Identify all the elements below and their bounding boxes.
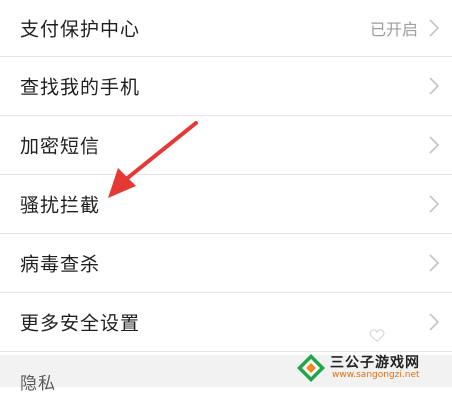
row-label: 查找我的手机 (20, 76, 141, 99)
row-status: 已开启 (369, 20, 418, 39)
watermark-url: www.sangongzi.net (332, 370, 420, 380)
chevron-right-icon (429, 19, 440, 37)
settings-row-harassment-block[interactable]: 骚扰拦截 (0, 175, 452, 234)
chevron-right-icon (429, 254, 440, 272)
settings-row-payment-protection[interactable]: 支付保护中心 已开启 (0, 0, 452, 57)
watermark-name: 三公子游戏网 (330, 355, 420, 371)
chevron-right-icon (429, 77, 440, 95)
settings-row-find-my-phone[interactable]: 查找我的手机 (0, 57, 452, 116)
section-title: 隐私 (20, 374, 56, 394)
watermark: 三公子游戏网 www.sangongzi.net (296, 351, 446, 385)
settings-list: 支付保护中心 已开启 查找我的手机 加密短信 骚扰拦截 病毒查杀 更多安全设置 (0, 0, 452, 352)
row-label: 骚扰拦截 (20, 194, 101, 217)
heart-icon (369, 329, 385, 342)
chevron-right-icon (429, 313, 440, 331)
row-label: 更多安全设置 (20, 312, 141, 335)
watermark-logo-icon (297, 354, 325, 382)
settings-row-encrypted-sms[interactable]: 加密短信 (0, 116, 452, 175)
chevron-right-icon (429, 195, 440, 213)
row-label: 加密短信 (20, 135, 101, 158)
settings-row-virus-scan[interactable]: 病毒查杀 (0, 234, 452, 293)
chevron-right-icon (429, 136, 440, 154)
row-label: 支付保护中心 (20, 18, 141, 41)
settings-row-more-security[interactable]: 更多安全设置 (0, 293, 452, 352)
row-label: 病毒查杀 (20, 253, 101, 276)
